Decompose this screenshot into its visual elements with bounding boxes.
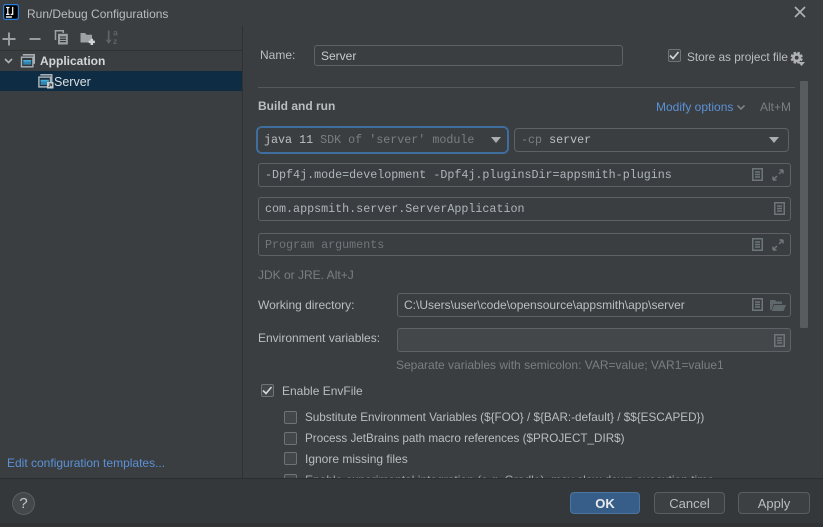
svg-text:z: z (113, 36, 117, 46)
